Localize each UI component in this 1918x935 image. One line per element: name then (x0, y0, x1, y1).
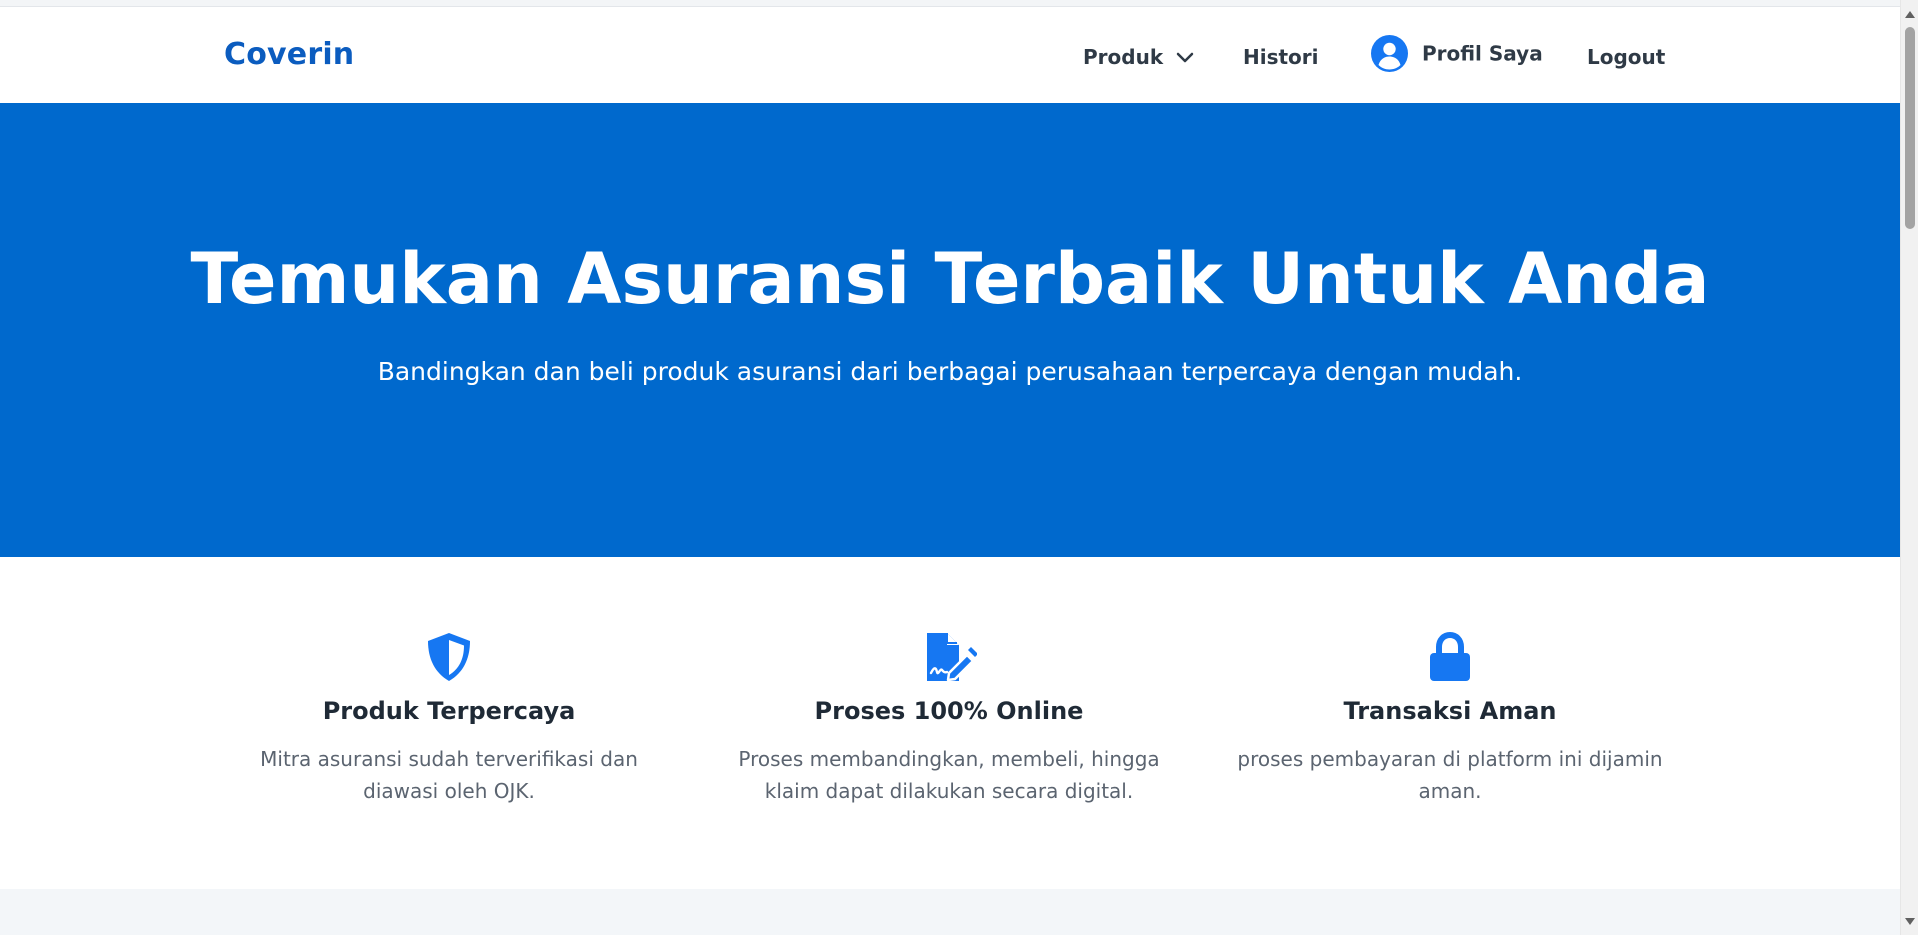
feature-card: Transaksi Aman proses pembayaran di plat… (1230, 629, 1670, 807)
scroll-up-icon[interactable] (1905, 11, 1915, 18)
shield-icon (421, 629, 477, 685)
nav-produk-label: Produk (1083, 45, 1164, 69)
file-signature-icon (921, 629, 978, 685)
feature-description: Mitra asuransi sudah terverifikasi dan d… (260, 747, 638, 803)
chevron-down-icon (1176, 45, 1194, 69)
hero-title: Temukan Asuransi Terbaik Untuk Anda (190, 238, 1710, 320)
feature-card: Produk Terpercaya Mitra asuransi sudah t… (229, 629, 669, 807)
nav-profil-label: Profil Saya (1421, 41, 1543, 66)
scrollbar-thumb[interactable] (1905, 27, 1915, 229)
page: Coverin Produk Histori Profil Saya Logou… (0, 0, 1918, 935)
user-circle-icon (1371, 35, 1408, 72)
lock-icon (1422, 629, 1478, 685)
features-section: Produk Terpercaya Mitra asuransi sudah t… (0, 557, 1900, 889)
feature-title: Transaksi Aman (1343, 697, 1557, 725)
nav-logout-link[interactable]: Logout (1587, 45, 1665, 69)
nav-histori-link[interactable]: Histori (1243, 45, 1319, 69)
scroll-down-icon[interactable] (1905, 918, 1915, 925)
scrollbar[interactable] (1900, 0, 1918, 935)
navbar: Coverin Produk Histori Profil Saya Logou… (0, 7, 1900, 103)
top-border (0, 0, 1900, 7)
feature-card: Proses 100% Online Proses membandingkan,… (729, 629, 1169, 807)
feature-description: Proses membandingkan, membeli, hingga kl… (738, 747, 1160, 803)
nav-produk-dropdown[interactable]: Produk (1083, 45, 1194, 69)
brand-logo[interactable]: Coverin (224, 37, 354, 72)
feature-title: Proses 100% Online (814, 697, 1084, 725)
nav-profil-link[interactable]: Profil Saya (1371, 35, 1543, 72)
hero-subtitle: Bandingkan dan beli produk asuransi dari… (377, 357, 1523, 386)
feature-title: Produk Terpercaya (322, 697, 576, 725)
next-section (0, 889, 1900, 935)
hero-section: Temukan Asuransi Terbaik Untuk Anda Band… (0, 103, 1900, 557)
feature-description: proses pembayaran di platform ini dijami… (1237, 747, 1663, 803)
